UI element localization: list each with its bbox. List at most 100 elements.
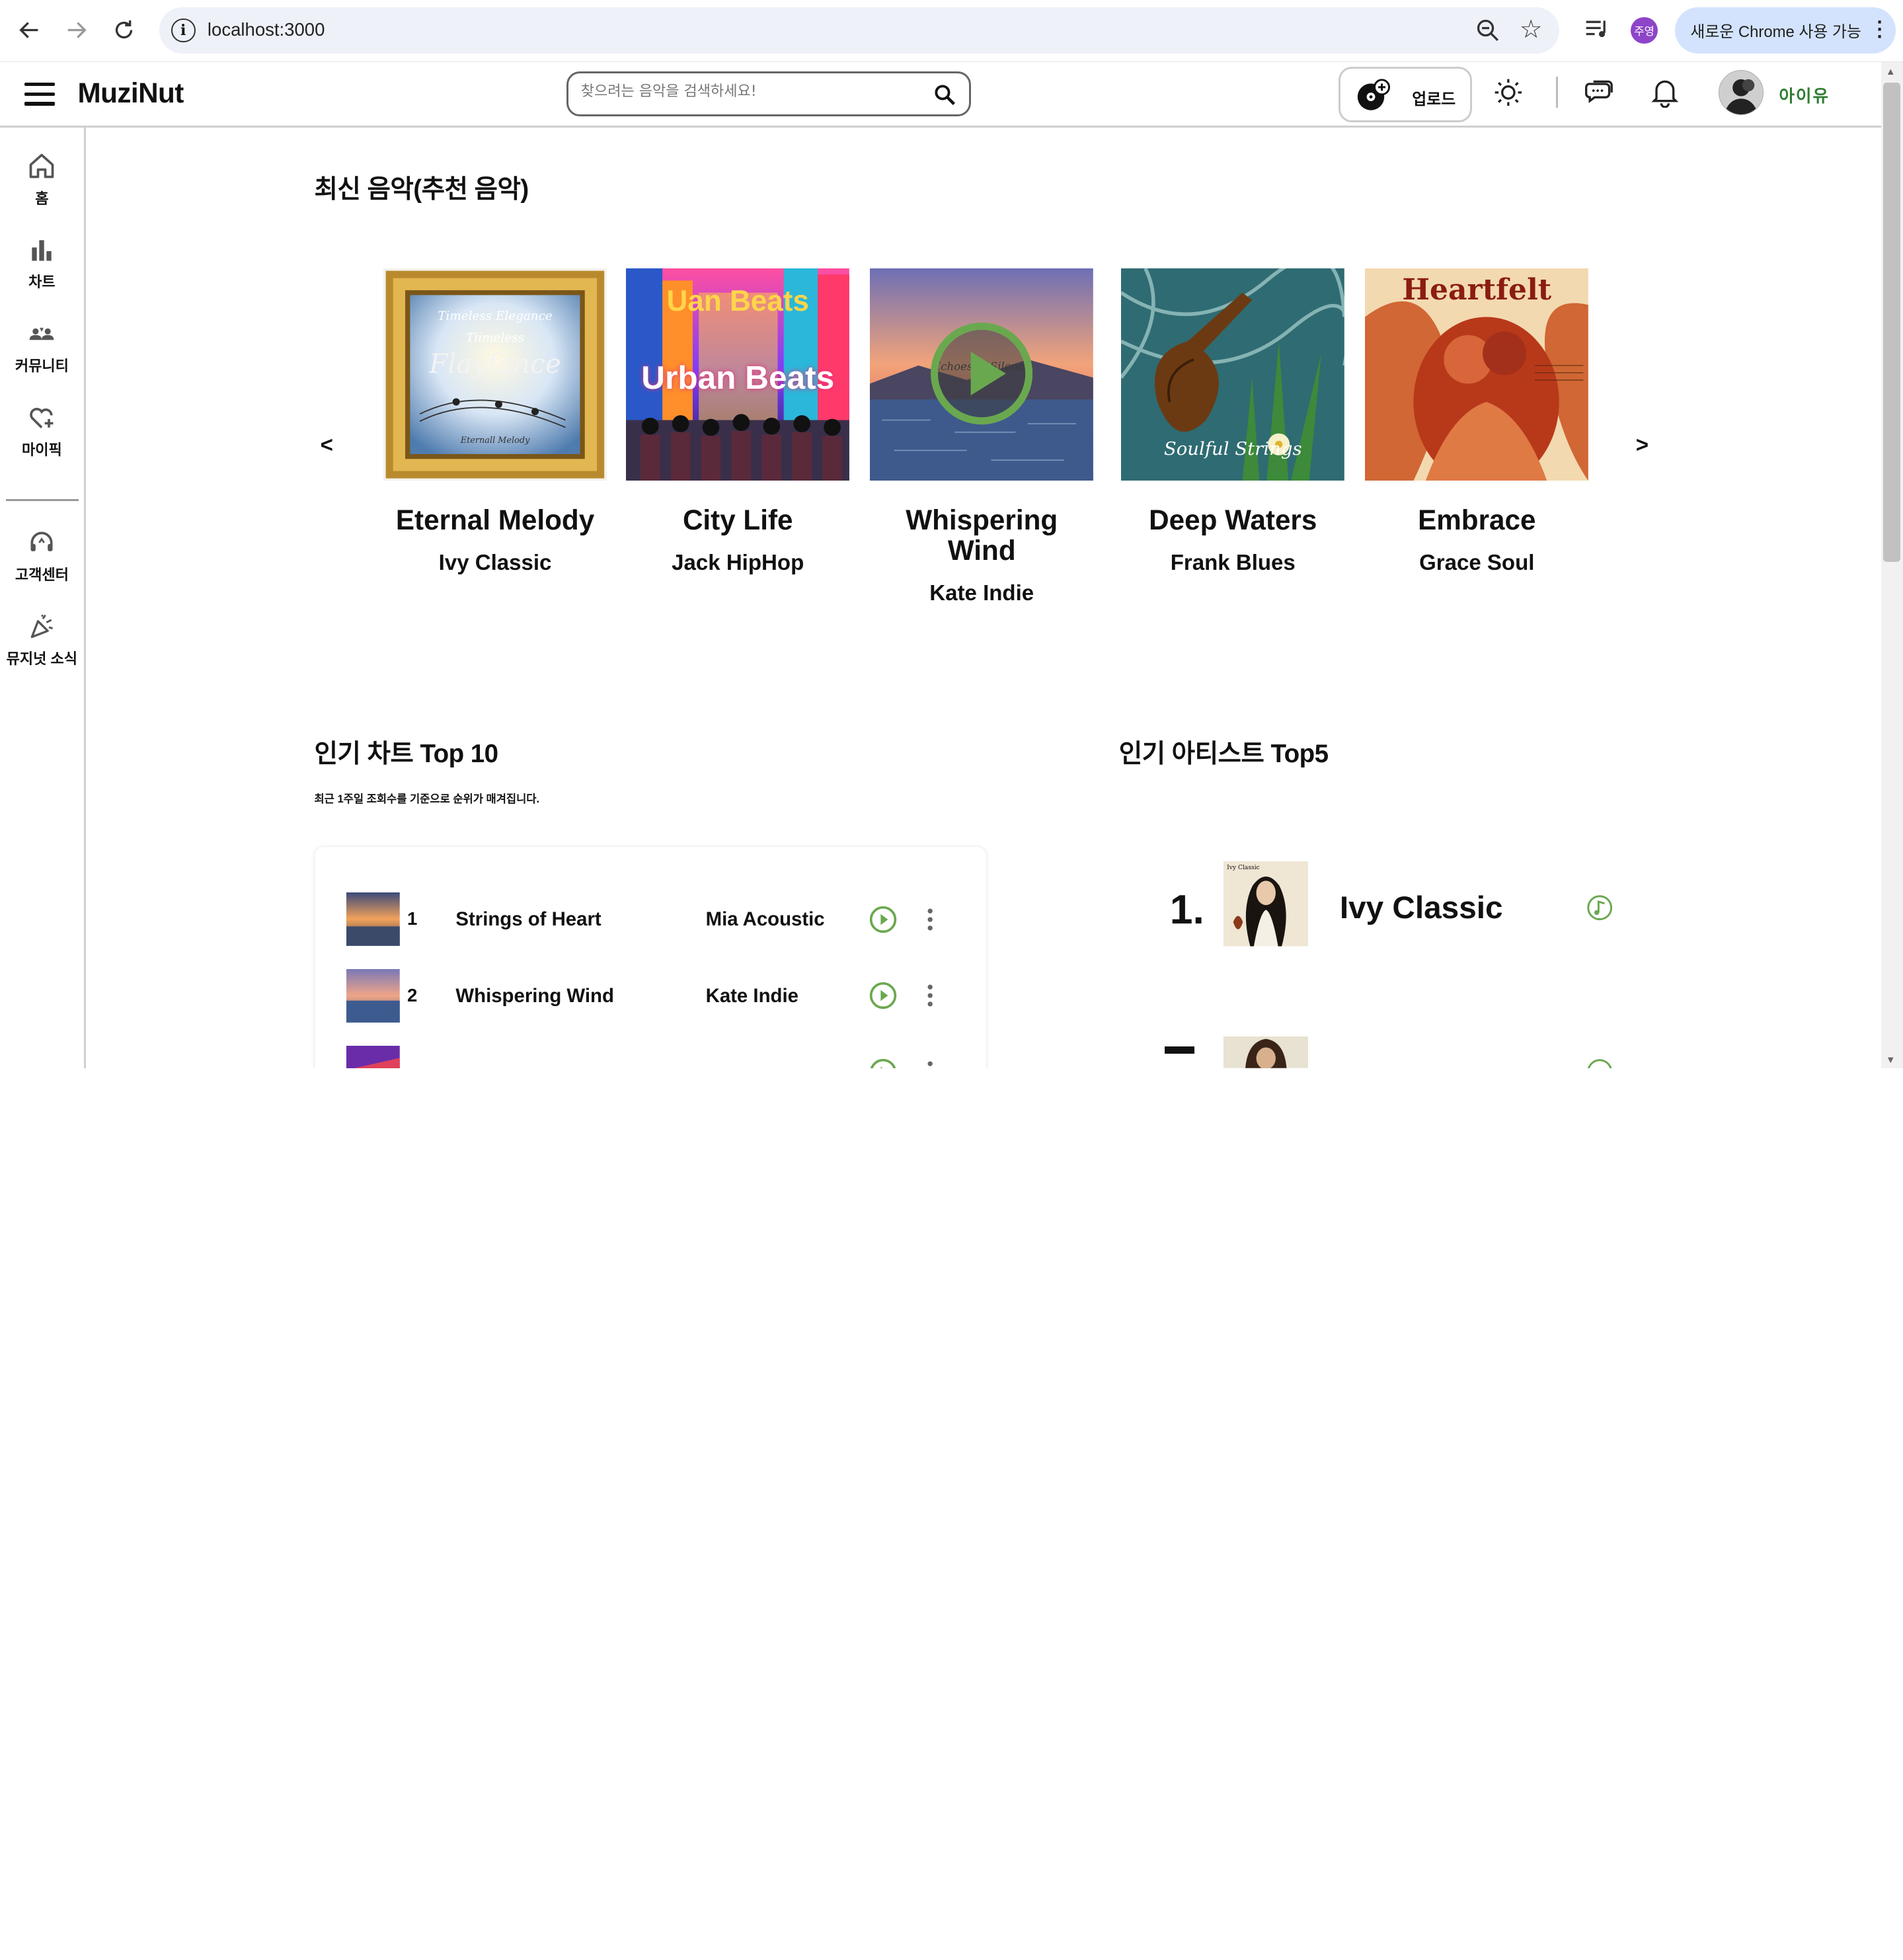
headset-icon bbox=[30, 531, 53, 551]
song-title[interactable]: Whispering Wind bbox=[870, 504, 1093, 566]
song-thumbnail[interactable] bbox=[346, 892, 400, 947]
sidebar-item-support[interactable]: 고객센터 bbox=[0, 528, 84, 584]
song-title[interactable]: Embrace bbox=[1365, 504, 1588, 535]
table-row[interactable] bbox=[346, 1045, 953, 1068]
chat-icon[interactable] bbox=[1584, 77, 1615, 108]
album-cover[interactable]: Uan Beats Urban Beats bbox=[626, 268, 850, 481]
scroll-down-icon[interactable]: ▼ bbox=[1886, 1055, 1896, 1066]
chart-rank: 1 bbox=[407, 908, 418, 929]
sidebar-item-label: 커뮤니티 bbox=[15, 358, 69, 375]
song-title[interactable]: Eternal Melody bbox=[383, 504, 607, 535]
cover-text: Timeless Elegance bbox=[438, 309, 553, 324]
update-label: 새로운 Chrome 사용 가능 bbox=[1690, 23, 1861, 42]
album-cover[interactable]: Soulful Strings bbox=[1121, 268, 1345, 481]
carousel-prev-button[interactable]: < bbox=[321, 433, 333, 458]
artist-name[interactable]: Ivy Classic bbox=[383, 551, 607, 576]
page-scrollbar[interactable]: ▲ ▼ bbox=[1881, 61, 1903, 1068]
theme-sun-icon[interactable] bbox=[1493, 77, 1524, 108]
address-bar[interactable]: i localhost:3000 ☆ bbox=[159, 7, 1560, 54]
table-row[interactable]: 1 Strings of Heart Mia Acoustic bbox=[346, 892, 953, 947]
music-card[interactable]: Echoes of Silence Whispering Wind Kate I… bbox=[870, 268, 1094, 607]
top-artist-name[interactable]: Ivy Classic bbox=[1340, 890, 1503, 926]
music-card[interactable]: Uan Beats Urban Beats City Life Jack Hip… bbox=[626, 268, 850, 576]
zoom-icon[interactable] bbox=[1475, 17, 1501, 44]
music-card[interactable]: Timeless Elegance Tiimeless Flayfance Et… bbox=[383, 268, 607, 576]
song-title[interactable]: Deep Waters bbox=[1121, 504, 1344, 535]
artist-photo[interactable]: Ivy Classic bbox=[1223, 861, 1309, 947]
app-header: MuziNut 업로드 아이유 bbox=[0, 61, 1881, 128]
artist-name[interactable]: Frank Blues bbox=[1121, 551, 1344, 576]
sidebar-item-mypick[interactable]: 마이픽 bbox=[0, 403, 84, 459]
search-icon[interactable] bbox=[933, 83, 956, 106]
forward-icon[interactable] bbox=[62, 16, 91, 45]
back-icon[interactable] bbox=[15, 16, 44, 45]
song-thumbnail[interactable] bbox=[346, 1045, 400, 1068]
more-options-icon[interactable] bbox=[924, 1058, 936, 1068]
sidebar-item-label: 뮤지넛 소식 bbox=[6, 650, 78, 667]
sidebar-item-home[interactable]: 홈 bbox=[0, 151, 84, 208]
album-cover[interactable]: Echoes of Silence bbox=[870, 268, 1094, 481]
site-info-icon[interactable]: i bbox=[171, 18, 196, 43]
header-divider bbox=[1555, 76, 1559, 108]
play-icon[interactable] bbox=[869, 1058, 898, 1068]
more-menu-icon[interactable]: · · · bbox=[1877, 12, 1884, 46]
album-cover[interactable]: Timeless Elegance Tiimeless Flayfance Et… bbox=[383, 268, 607, 481]
url-text: localhost:3000 bbox=[207, 19, 325, 40]
more-options-icon[interactable] bbox=[924, 905, 936, 934]
music-card[interactable]: Soulful Strings Deep Waters Frank Blues bbox=[1121, 268, 1345, 576]
sidebar-divider bbox=[6, 498, 79, 502]
upload-label: 업로드 bbox=[1412, 90, 1456, 108]
chart-song-title[interactable]: Strings of Heart bbox=[455, 908, 601, 931]
artist-name[interactable]: Grace Soul bbox=[1365, 551, 1588, 576]
music-note-icon[interactable] bbox=[1586, 1058, 1613, 1068]
song-thumbnail[interactable] bbox=[346, 969, 400, 1023]
search-input[interactable] bbox=[580, 83, 921, 100]
menu-icon[interactable] bbox=[24, 82, 55, 107]
scrollbar-thumb[interactable] bbox=[1883, 82, 1900, 562]
artist-name[interactable]: Kate Indie bbox=[870, 581, 1093, 606]
profile-avatar[interactable]: 주영 bbox=[1631, 17, 1658, 44]
more-options-icon[interactable] bbox=[924, 981, 936, 1010]
scroll-up-icon[interactable]: ▲ bbox=[1886, 67, 1896, 77]
cover-text: Eternall Melody bbox=[460, 436, 530, 446]
chrome-update-button[interactable]: 새로운 Chrome 사용 가능 · · · bbox=[1674, 7, 1896, 54]
bar-chart-icon bbox=[32, 240, 52, 261]
artist-name[interactable]: Jack HipHop bbox=[626, 551, 849, 576]
artist-photo[interactable] bbox=[1223, 1036, 1309, 1068]
bookmark-star-icon[interactable]: ☆ bbox=[1520, 15, 1543, 44]
logo[interactable]: MuziNut bbox=[77, 77, 184, 109]
album-cover[interactable]: Heartfelt bbox=[1365, 268, 1589, 481]
play-icon[interactable] bbox=[869, 905, 898, 934]
sidebar-item-news[interactable]: 뮤지넛 소식 bbox=[0, 611, 84, 668]
cover-text: Flayfance bbox=[429, 348, 561, 379]
home-icon bbox=[29, 154, 54, 178]
media-control-icon[interactable] bbox=[1584, 16, 1610, 42]
music-note-icon[interactable] bbox=[1586, 894, 1613, 921]
artist-rank: 1. bbox=[1169, 886, 1204, 933]
play-icon[interactable] bbox=[869, 981, 898, 1010]
carousel-next-button[interactable]: > bbox=[1636, 433, 1649, 458]
song-title[interactable]: City Life bbox=[626, 504, 849, 535]
heart-plus-icon bbox=[30, 407, 54, 428]
sidebar-item-community[interactable]: 커뮤니티 bbox=[0, 319, 84, 375]
chart-song-title[interactable]: Whispering Wind bbox=[455, 985, 613, 1007]
cover-text: Heartfelt bbox=[1402, 273, 1552, 307]
sidebar-item-label: 차트 bbox=[28, 274, 56, 291]
sidebar-item-label: 마이픽 bbox=[21, 441, 62, 458]
upload-button[interactable]: 업로드 bbox=[1338, 66, 1472, 123]
bell-icon[interactable] bbox=[1649, 77, 1681, 108]
sidebar-item-label: 홈 bbox=[35, 190, 49, 207]
chart-artist[interactable]: Kate Indie bbox=[706, 985, 798, 1007]
disc-plus-icon bbox=[1357, 78, 1390, 110]
browser-toolbar: i localhost:3000 ☆ 주영 새로운 Chrome 사용 가능 ·… bbox=[0, 0, 1903, 62]
user-avatar[interactable] bbox=[1718, 70, 1764, 116]
party-popper-icon bbox=[31, 614, 54, 639]
sidebar-item-chart[interactable]: 차트 bbox=[0, 235, 84, 292]
play-overlay-icon[interactable] bbox=[931, 323, 1033, 425]
reload-icon[interactable] bbox=[109, 16, 138, 45]
table-row[interactable]: 2 Whispering Wind Kate Indie bbox=[346, 969, 953, 1023]
chart-section-title: 인기 차트 Top 10 bbox=[314, 739, 498, 768]
music-card[interactable]: Heartfelt Embrace Grace Soul bbox=[1365, 268, 1589, 576]
username[interactable]: 아이유 bbox=[1779, 83, 1829, 107]
chart-artist[interactable]: Mia Acoustic bbox=[706, 908, 825, 931]
